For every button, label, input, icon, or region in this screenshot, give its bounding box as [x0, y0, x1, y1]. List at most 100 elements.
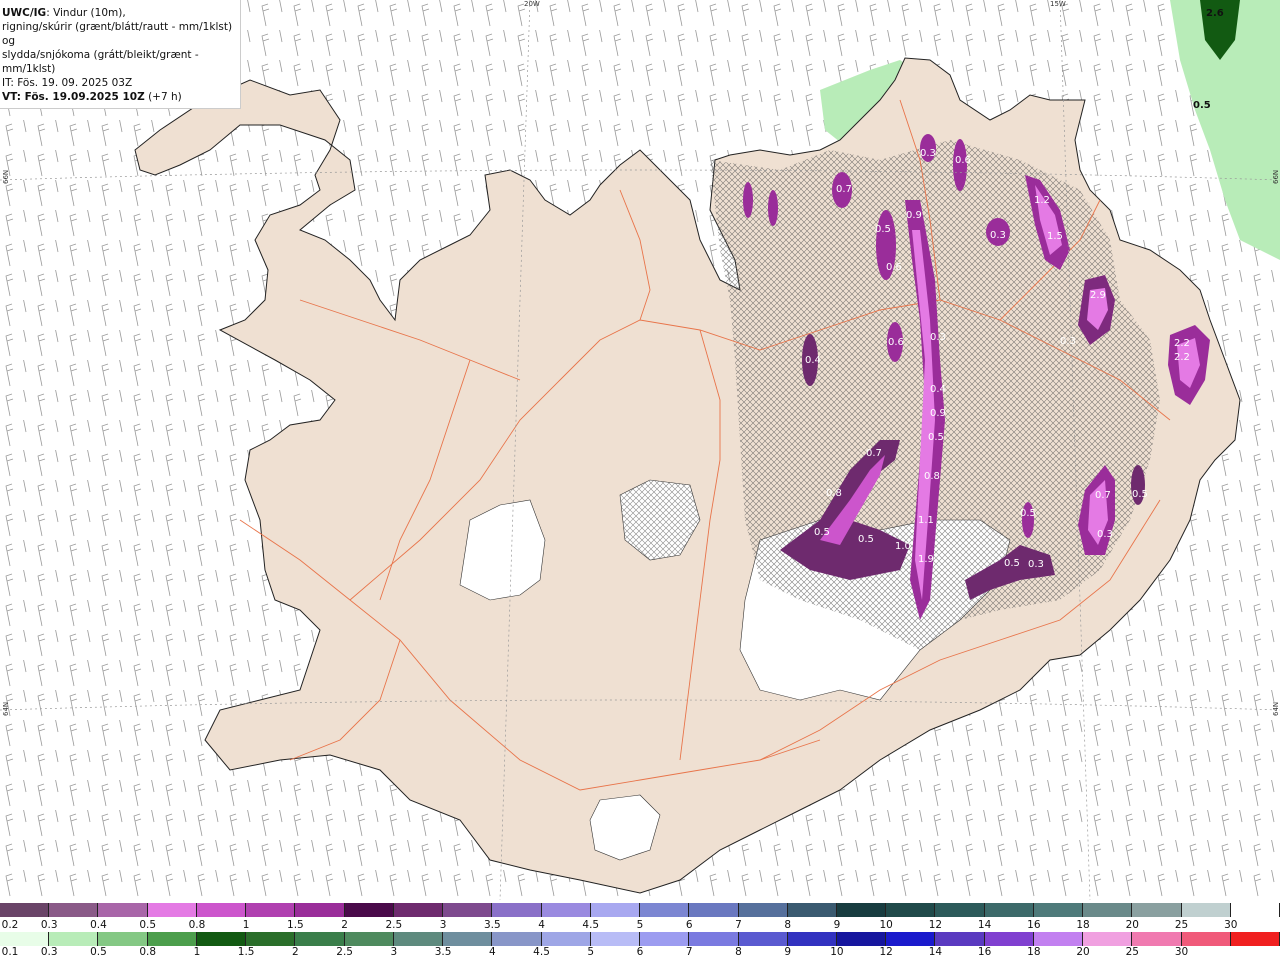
map-value: 0.6	[888, 337, 904, 348]
scale-swatch	[98, 903, 148, 917]
map-header: UWC/IG: Vindur (10m), rigning/skúrir (gr…	[0, 0, 241, 109]
scale-swatch	[147, 903, 197, 917]
scale-label: 20	[1125, 919, 1139, 931]
scale-label: 5	[587, 946, 595, 958]
scale-swatch	[541, 932, 591, 946]
scale-label: 0.1	[1, 946, 19, 958]
scale-label: 8	[735, 946, 742, 958]
map-value: 0.9	[930, 408, 946, 419]
map-value: 1.5	[1047, 231, 1063, 242]
scale-label: 12	[879, 946, 893, 958]
scale-swatch	[541, 903, 591, 917]
scale-swatch	[886, 932, 936, 946]
map-value: 0.3	[1097, 529, 1113, 540]
scale-swatch	[1083, 932, 1133, 946]
scale-label: 2	[292, 946, 299, 958]
weather-map: 0.7 0.3 0.6 0.5 0.9 0.6 0.3 1.2 1.5 2.9 …	[0, 0, 1280, 900]
scale-label: 0.5	[90, 946, 107, 958]
scale-swatch	[787, 903, 837, 917]
scale-label: 9	[784, 946, 792, 958]
rain-color-scale	[0, 932, 1280, 946]
scale-label: 16	[977, 946, 992, 958]
scale-label: 9	[833, 919, 841, 931]
scale-swatch	[836, 932, 887, 946]
scale-swatch	[640, 903, 690, 917]
scale-label: 0.8	[139, 946, 157, 958]
scale-label: 4.5	[582, 919, 600, 931]
scale-swatch	[492, 903, 542, 917]
map-value: 0.8	[924, 471, 940, 482]
scale-swatch	[49, 932, 99, 946]
scale-swatch	[295, 932, 345, 946]
scale-swatch	[787, 932, 837, 946]
header-line-1: UWC/IG: Vindur (10m),	[2, 6, 240, 20]
scale-swatch	[147, 932, 197, 946]
scale-swatch	[984, 903, 1034, 917]
scale-label: 4.5	[533, 946, 550, 958]
map-value: 0.7	[836, 184, 852, 195]
scale-label: 6	[636, 946, 644, 958]
scale-label: 0.3	[40, 919, 58, 931]
map-value: 2.6	[1206, 8, 1224, 19]
scale-label: 1	[242, 919, 250, 931]
map-value: 0.4	[805, 355, 821, 366]
map-value: 0.3	[930, 332, 946, 343]
scale-label: 2.5	[385, 919, 403, 931]
scale-label: 25	[1174, 919, 1189, 931]
map-value: 0.5	[875, 224, 891, 235]
scale-swatch	[1181, 932, 1231, 946]
scale-label: 1	[193, 946, 201, 958]
scale-swatch	[1033, 903, 1084, 917]
scale-label: 3	[390, 946, 398, 958]
scale-swatch	[1083, 903, 1133, 917]
map-value: 2.9	[1090, 290, 1106, 301]
map-value: 0.5	[1193, 100, 1211, 111]
map-value: 2.2	[1174, 338, 1190, 349]
scale-label: 16	[1027, 919, 1041, 931]
map-value: 1.9	[918, 554, 934, 565]
map-value: 0.7	[1095, 490, 1111, 501]
scale-label: 6	[685, 919, 693, 931]
scale-swatch	[689, 932, 739, 946]
scale-swatch	[98, 932, 148, 946]
scale-swatch	[640, 932, 690, 946]
scale-swatch	[246, 932, 296, 946]
map-value: 0.3	[920, 148, 936, 159]
lat-label-64n-left: 64N	[2, 701, 10, 716]
scale-label: 18	[1076, 919, 1090, 931]
map-value: 0.5	[1132, 489, 1148, 500]
scale-label: 10	[830, 946, 844, 958]
map-value: 0.5	[1004, 558, 1020, 569]
scale-label: 12	[928, 919, 943, 931]
scale-swatch	[738, 903, 788, 917]
lat-label-66n-left: 66N	[2, 169, 10, 184]
scale-label: 25	[1125, 946, 1139, 958]
map-value: 0.5	[814, 527, 830, 538]
lon-label-15w: 15W	[1050, 0, 1066, 8]
scale-swatch	[984, 932, 1034, 946]
scale-swatch	[443, 932, 493, 946]
scale-label: 2.5	[336, 946, 353, 958]
scale-swatch	[344, 903, 394, 917]
scale-label: 3	[439, 919, 447, 931]
scale-swatch	[344, 932, 394, 946]
scale-label: 7	[685, 946, 693, 958]
map-value: 0.6	[955, 155, 971, 166]
scale-swatch	[1181, 903, 1231, 917]
scale-swatch	[1132, 932, 1182, 946]
scale-label: 3.5	[483, 919, 501, 931]
map-value: 0.5	[858, 534, 874, 545]
scale-label: 0.4	[90, 919, 107, 931]
header-valid-bold: VT: Fös. 19.09.2025 10Z	[2, 91, 145, 103]
header-product: UWC/IG	[2, 7, 47, 19]
scale-swatch	[196, 932, 247, 946]
scale-label: 2	[341, 919, 348, 931]
map-value: 0.6	[886, 262, 902, 273]
lat-label-64n-right: 64N	[1272, 701, 1280, 716]
scale-label: 10	[879, 919, 893, 931]
scale-swatch	[393, 932, 444, 946]
header-line-3: slydda/snjókoma (grátt/bleikt/grænt - mm…	[2, 49, 199, 75]
scale-swatch	[49, 903, 99, 917]
header-valid-time: VT: Fös. 19.09.2025 10Z (+7 h)	[2, 90, 240, 104]
scale-swatch	[492, 932, 542, 946]
